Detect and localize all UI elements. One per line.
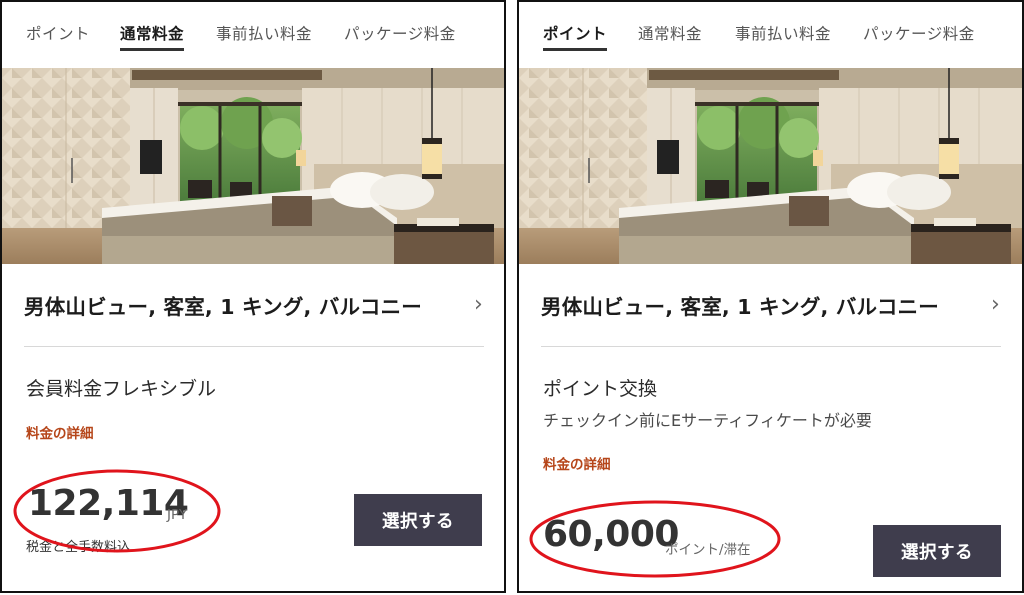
tab-package-rate[interactable]: パッケージ料金 [344, 22, 456, 44]
price-note: 税金と全手数料込 [26, 540, 131, 555]
chevron-right-icon[interactable]: › [991, 292, 1000, 317]
tab-points[interactable]: ポイント [543, 22, 608, 51]
tab-standard-rate[interactable]: 通常料金 [638, 22, 702, 44]
rate-details-link[interactable]: 料金の詳細 [26, 422, 94, 442]
chevron-right-icon[interactable]: › [474, 292, 483, 317]
room-title[interactable]: 男体山ビュー, 客室, 1 キング, バルコニー [541, 290, 939, 320]
rate-requirement-note: チェックイン前にEサーティフィケートが必要 [543, 411, 872, 430]
price-currency: JPY [167, 507, 188, 523]
tab-prepay-rate[interactable]: 事前払い料金 [735, 22, 831, 44]
price-amount: 60,000 [543, 514, 679, 555]
divider [541, 346, 1001, 347]
room-photo[interactable] [519, 68, 1022, 264]
tab-standard-rate[interactable]: 通常料金 [120, 22, 185, 51]
tab-prepay-rate[interactable]: 事前払い料金 [216, 22, 312, 44]
tab-points[interactable]: ポイント [26, 22, 90, 44]
rate-details-link[interactable]: 料金の詳細 [543, 453, 611, 473]
price-amount: 122,114 [28, 483, 189, 524]
room-title[interactable]: 男体山ビュー, 客室, 1 キング, バルコニー [24, 290, 422, 320]
rate-name: ポイント交換 [543, 378, 658, 400]
rate-name: 会員料金フレキシブル [26, 378, 217, 400]
price-points-unit: ポイント/滞在 [665, 542, 751, 558]
tab-package-rate[interactable]: パッケージ料金 [863, 22, 975, 44]
divider [24, 346, 484, 347]
rate-card-right: ポイント 通常料金 事前払い料金 パッケージ料金 男体山ビュー, 客室, 1 キ… [517, 0, 1024, 593]
rate-tabs: ポイント 通常料金 事前払い料金 パッケージ料金 [2, 2, 504, 66]
rate-card-left: ポイント 通常料金 事前払い料金 パッケージ料金 男体山ビュー, 客室, 1 キ… [0, 0, 506, 593]
select-button[interactable]: 選択する [873, 525, 1001, 577]
room-photo[interactable] [2, 68, 504, 264]
select-button[interactable]: 選択する [354, 494, 482, 546]
rate-tabs: ポイント 通常料金 事前払い料金 パッケージ料金 [519, 2, 1022, 66]
